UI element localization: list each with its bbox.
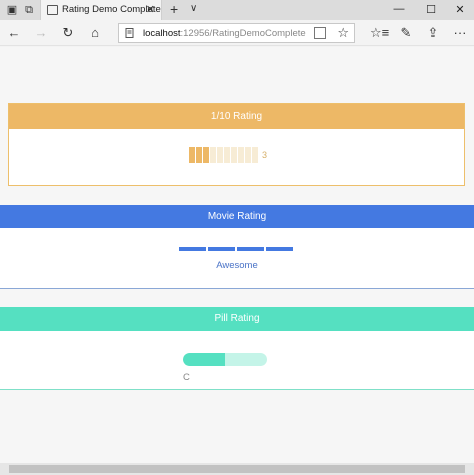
page-info-icon[interactable]	[125, 28, 134, 38]
tab-rating-demo[interactable]: Rating Demo Complete ✕	[40, 0, 162, 20]
web-notes-icon[interactable]: ✎	[398, 25, 414, 41]
tab-set-aside-icon[interactable]: ▣	[5, 3, 19, 17]
minimize-icon[interactable]: —	[392, 3, 406, 15]
forward-icon[interactable]: →	[33, 25, 49, 41]
movie-rating-bar-4[interactable]	[266, 247, 293, 251]
rating-box-2[interactable]	[196, 147, 202, 163]
rating-box-1[interactable]	[189, 147, 195, 163]
pill-rating-title: Pill Rating	[0, 307, 474, 331]
pill-rating-section: Pill Rating C	[0, 307, 474, 390]
movie-rating-bar-1[interactable]	[179, 247, 206, 251]
rating-box-6[interactable]	[224, 147, 230, 163]
rating-box-10[interactable]	[252, 147, 258, 163]
movie-rating-control[interactable]	[179, 247, 293, 251]
rating-box-5[interactable]	[217, 147, 223, 163]
pill-rating-fill	[183, 353, 225, 366]
navigation-bar: ← → ↻ ⌂ localhost:12956/RatingDemoComple…	[0, 20, 474, 46]
rating-box-9[interactable]	[245, 147, 251, 163]
page-content: 1/10 Rating 3 Movie Rating Awesome Pill …	[0, 47, 474, 463]
more-icon[interactable]: ···	[452, 25, 468, 41]
url-text: localhost:12956/RatingDemoComplete	[143, 28, 306, 39]
tenth-rating-value: 3	[262, 150, 268, 160]
rating-box-3[interactable]	[203, 147, 209, 163]
movie-rating-section: Movie Rating Awesome	[0, 205, 474, 289]
horizontal-scroll-thumb[interactable]	[9, 465, 465, 473]
movie-rating-bar-2[interactable]	[208, 247, 235, 251]
home-icon[interactable]: ⌂	[87, 25, 103, 41]
movie-rating-bar-3[interactable]	[237, 247, 264, 251]
address-bar[interactable]: localhost:12956/RatingDemoComplete ☆	[118, 23, 355, 43]
url-path: :12956/RatingDemoComplete	[180, 28, 306, 39]
rating-box-4[interactable]	[210, 147, 216, 163]
title-bar: ▣ ⧉ Rating Demo Complete ✕ + ∨ — ☐ ✕	[0, 0, 474, 20]
tenth-rating-title: 1/10 Rating	[9, 104, 464, 129]
reading-view-icon[interactable]	[314, 27, 326, 39]
maximize-icon[interactable]: ☐	[424, 3, 438, 16]
back-icon[interactable]: ←	[6, 25, 22, 41]
share-icon[interactable]: ⇪	[425, 25, 441, 41]
pill-rating-control[interactable]	[183, 353, 267, 366]
page-favicon-icon	[47, 5, 58, 15]
tab-preview-icon[interactable]: ⧉	[22, 3, 36, 17]
movie-rating-label: Awesome	[216, 260, 258, 271]
favorites-hub-icon[interactable]: ☆≡	[370, 25, 389, 41]
url-host: localhost	[143, 28, 181, 39]
tenth-rating-section: 1/10 Rating 3	[8, 103, 465, 186]
tenth-rating-control[interactable]	[189, 147, 258, 163]
pill-rating-label: C	[183, 372, 190, 383]
refresh-icon[interactable]: ↻	[60, 25, 76, 41]
tab-menu-chevron-icon[interactable]: ∨	[190, 3, 197, 14]
new-tab-icon[interactable]: +	[170, 1, 178, 17]
favorite-star-icon[interactable]: ☆	[337, 25, 349, 41]
close-window-icon[interactable]: ✕	[453, 3, 467, 16]
rating-box-7[interactable]	[231, 147, 237, 163]
tab-close-icon[interactable]: ✕	[146, 3, 155, 16]
rating-box-8[interactable]	[238, 147, 244, 163]
movie-rating-title: Movie Rating	[0, 205, 474, 228]
horizontal-scrollbar[interactable]	[0, 463, 474, 475]
